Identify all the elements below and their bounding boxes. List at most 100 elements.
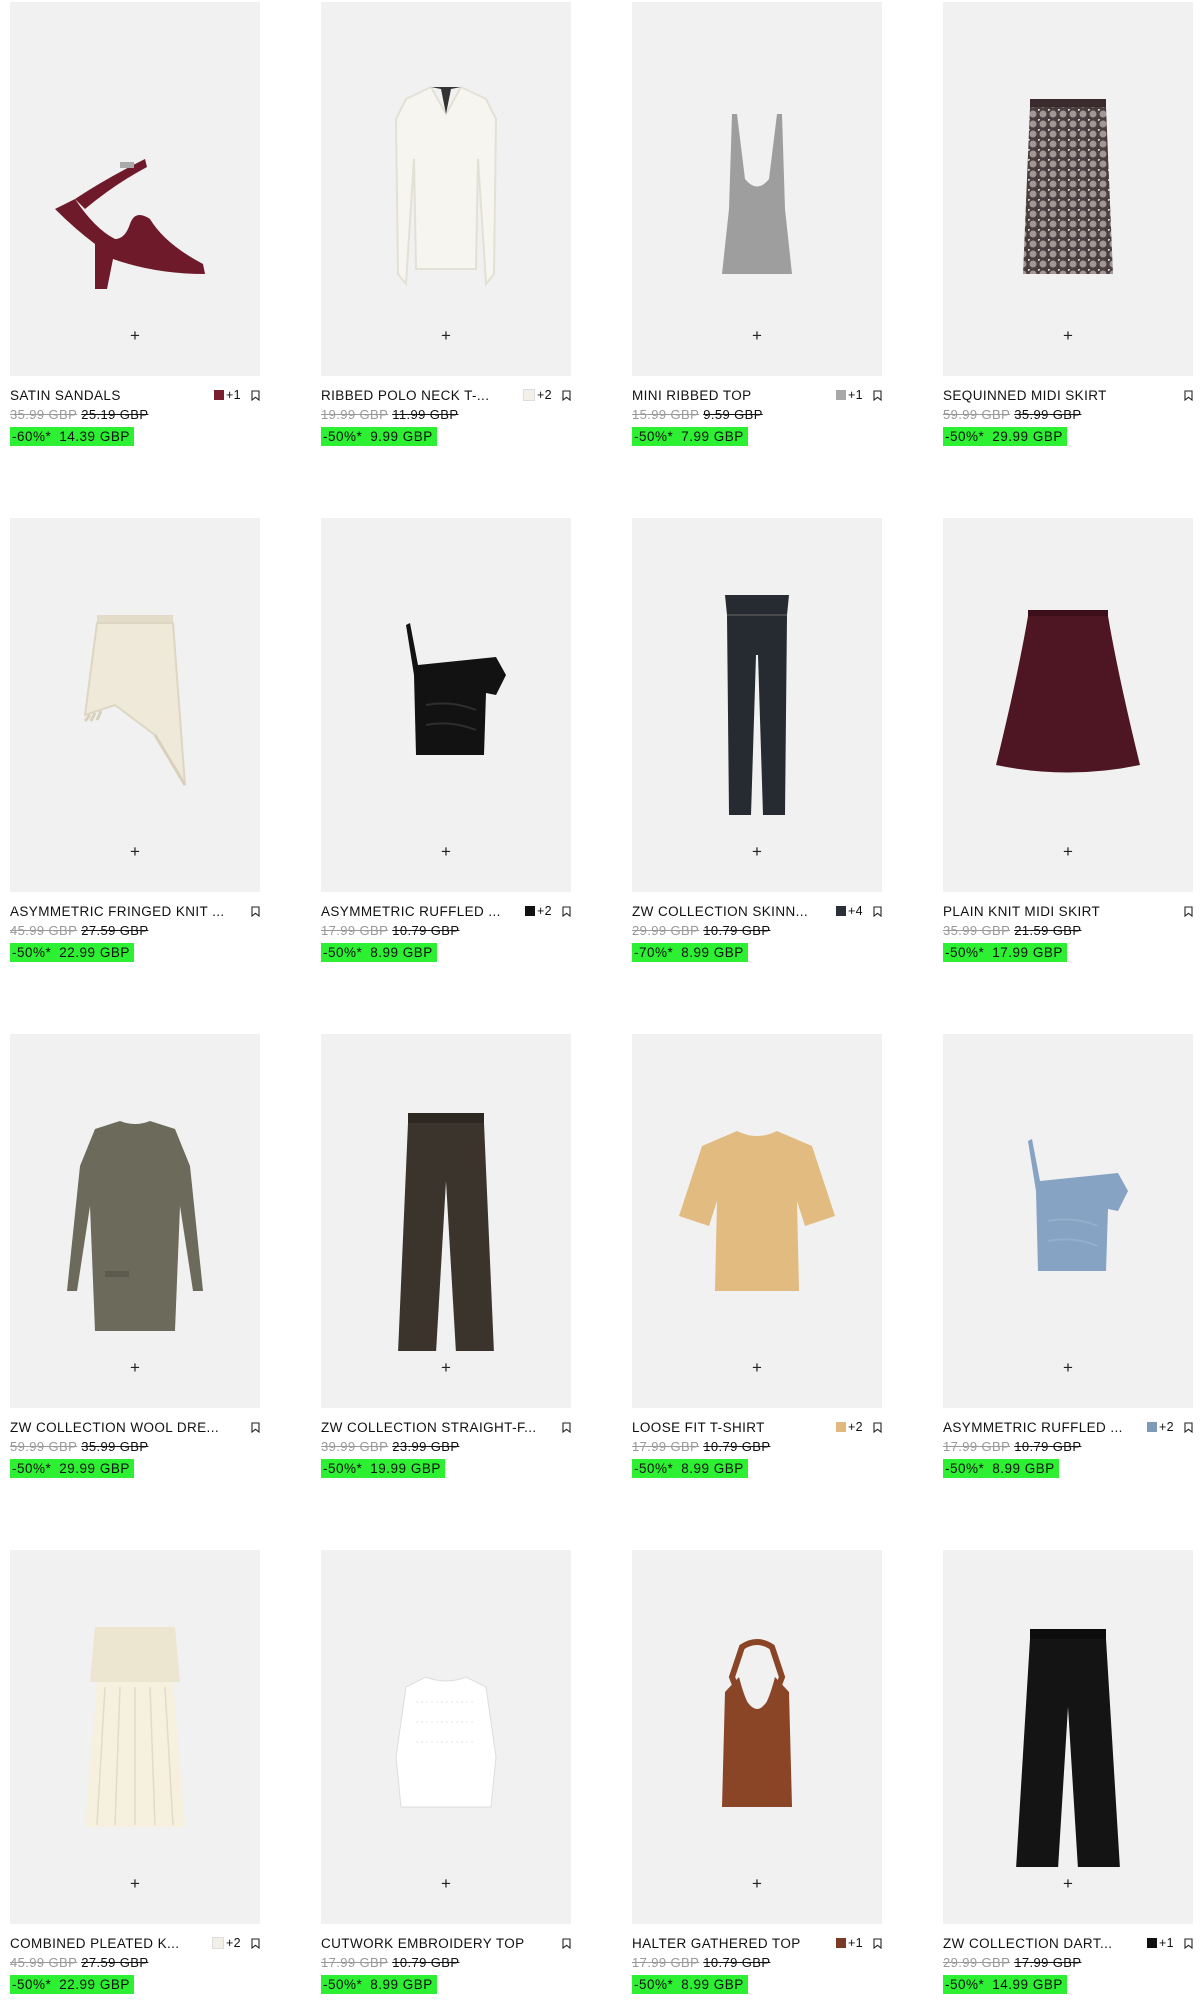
product-image[interactable]: +: [943, 1034, 1193, 1408]
product-name[interactable]: ASYMMETRIC FRINGED KNIT ...: [10, 904, 235, 919]
plus-icon[interactable]: +: [435, 1356, 457, 1378]
product-card[interactable]: + LOOSE FIT T-SHIRT +2 17.99 GBP 10.79 GB…: [632, 1034, 882, 1478]
original-price: 29.99 GBP: [632, 923, 700, 938]
color-options[interactable]: +2: [522, 388, 552, 402]
bookmark-icon[interactable]: [1174, 389, 1193, 401]
bookmark-icon[interactable]: [552, 905, 571, 917]
product-card[interactable]: + ZW COLLECTION WOOL DRE... 59.99 GBP 35.…: [10, 1034, 260, 1478]
product-name[interactable]: ZW COLLECTION STRAIGHT-F...: [321, 1420, 546, 1435]
product-card[interactable]: + ASYMMETRIC RUFFLED ... +2 17.99 GBP 10.…: [943, 1034, 1193, 1478]
bookmark-icon[interactable]: [552, 389, 571, 401]
plus-icon[interactable]: +: [746, 840, 768, 862]
product-name[interactable]: ASYMMETRIC RUFFLED ...: [943, 1420, 1141, 1435]
product-image[interactable]: +: [943, 518, 1193, 892]
plus-icon[interactable]: +: [435, 324, 457, 346]
plus-icon[interactable]: +: [124, 324, 146, 346]
color-options[interactable]: +1: [1146, 1936, 1174, 1950]
color-options[interactable]: +4: [835, 904, 863, 918]
product-name[interactable]: PLAIN KNIT MIDI SKIRT: [943, 904, 1168, 919]
color-options[interactable]: +1: [835, 1936, 863, 1950]
sale-price: 8.99 GBP: [681, 1977, 744, 1992]
color-options[interactable]: +2: [835, 1420, 863, 1434]
product-name[interactable]: SEQUINNED MIDI SKIRT: [943, 388, 1168, 403]
bookmark-icon[interactable]: [241, 1937, 260, 1949]
bookmark-icon[interactable]: [1174, 905, 1193, 917]
product-image[interactable]: +: [321, 518, 571, 892]
product-photo: [35, 1091, 235, 1351]
color-options[interactable]: +1: [835, 388, 863, 402]
product-name[interactable]: CUTWORK EMBROIDERY TOP: [321, 1936, 546, 1951]
product-info: ASYMMETRIC FRINGED KNIT ... 45.99 GBP 27.…: [10, 892, 260, 962]
product-image[interactable]: +: [10, 2, 260, 376]
product-image[interactable]: +: [10, 518, 260, 892]
product-card[interactable]: + PLAIN KNIT MIDI SKIRT 35.99 GBP 21.59 G…: [943, 518, 1193, 962]
product-image[interactable]: +: [321, 1034, 571, 1408]
product-card[interactable]: + ZW COLLECTION SKINN... +4 29.99 GBP 10.…: [632, 518, 882, 962]
product-grid: + SATIN SANDALS +1 35.99 GBP 25.19 GBP -6…: [0, 0, 1200, 1994]
product-image[interactable]: +: [632, 1034, 882, 1408]
color-options[interactable]: +2: [524, 904, 552, 918]
plus-icon[interactable]: +: [1057, 840, 1079, 862]
bookmark-icon[interactable]: [241, 905, 260, 917]
original-prices: 17.99 GBP 10.79 GBP: [632, 1955, 882, 1971]
product-image[interactable]: +: [10, 1034, 260, 1408]
product-name[interactable]: COMBINED PLEATED K...: [10, 1936, 206, 1951]
product-name[interactable]: LOOSE FIT T-SHIRT: [632, 1420, 830, 1435]
product-image[interactable]: +: [943, 1550, 1193, 1924]
plus-icon[interactable]: +: [1057, 1872, 1079, 1894]
plus-icon[interactable]: +: [1057, 1356, 1079, 1378]
product-card[interactable]: + SEQUINNED MIDI SKIRT 59.99 GBP 35.99 GB…: [943, 2, 1193, 446]
bookmark-icon[interactable]: [241, 389, 260, 401]
plus-icon[interactable]: +: [435, 840, 457, 862]
product-name[interactable]: HALTER GATHERED TOP: [632, 1936, 830, 1951]
plus-icon[interactable]: +: [124, 840, 146, 862]
product-image[interactable]: +: [632, 1550, 882, 1924]
plus-icon[interactable]: +: [746, 324, 768, 346]
bookmark-icon[interactable]: [863, 1937, 882, 1949]
plus-icon[interactable]: +: [746, 1872, 768, 1894]
bookmark-icon[interactable]: [552, 1937, 571, 1949]
product-name[interactable]: MINI RIBBED TOP: [632, 388, 830, 403]
product-name[interactable]: ASYMMETRIC RUFFLED ...: [321, 904, 519, 919]
product-name[interactable]: ZW COLLECTION DART...: [943, 1936, 1141, 1951]
bookmark-icon[interactable]: [1174, 1421, 1193, 1433]
bookmark-icon[interactable]: [863, 389, 882, 401]
product-image[interactable]: +: [943, 2, 1193, 376]
product-card[interactable]: + ZW COLLECTION DART... +1 29.99 GBP 17.9…: [943, 1550, 1193, 1994]
bookmark-icon[interactable]: [241, 1421, 260, 1433]
color-options[interactable]: +2: [211, 1936, 241, 1950]
product-card[interactable]: + MINI RIBBED TOP +1 15.99 GBP 9.59 GBP -…: [632, 2, 882, 446]
plus-icon[interactable]: +: [124, 1356, 146, 1378]
product-image[interactable]: +: [321, 1550, 571, 1924]
product-card[interactable]: + RIBBED POLO NECK T-... +2 19.99 GBP 11.…: [321, 2, 571, 446]
original-price: 45.99 GBP: [10, 1955, 78, 1970]
product-card[interactable]: + ASYMMETRIC RUFFLED ... +2 17.99 GBP 10.…: [321, 518, 571, 962]
product-image[interactable]: +: [632, 518, 882, 892]
product-image[interactable]: +: [321, 2, 571, 376]
previous-price: 35.99 GBP: [81, 1439, 149, 1454]
product-name[interactable]: ZW COLLECTION SKINN...: [632, 904, 830, 919]
product-name[interactable]: SATIN SANDALS: [10, 388, 208, 403]
bookmark-icon[interactable]: [552, 1421, 571, 1433]
product-card[interactable]: + HALTER GATHERED TOP +1 17.99 GBP 10.79 …: [632, 1550, 882, 1994]
product-image[interactable]: +: [10, 1550, 260, 1924]
product-image[interactable]: +: [632, 2, 882, 376]
bookmark-icon[interactable]: [1174, 1937, 1193, 1949]
plus-icon[interactable]: +: [435, 1872, 457, 1894]
bookmark-icon[interactable]: [863, 1421, 882, 1433]
color-options[interactable]: +2: [1146, 1420, 1174, 1434]
plus-icon[interactable]: +: [746, 1356, 768, 1378]
product-name[interactable]: ZW COLLECTION WOOL DRE...: [10, 1420, 235, 1435]
more-colors-count: +1: [225, 388, 241, 402]
original-prices: 59.99 GBP 35.99 GBP: [943, 407, 1193, 423]
product-card[interactable]: + ASYMMETRIC FRINGED KNIT ... 45.99 GBP 2…: [10, 518, 260, 962]
bookmark-icon[interactable]: [863, 905, 882, 917]
product-card[interactable]: + COMBINED PLEATED K... +2 45.99 GBP 27.5…: [10, 1550, 260, 1994]
product-card[interactable]: + CUTWORK EMBROIDERY TOP 17.99 GBP 10.79 …: [321, 1550, 571, 1994]
product-card[interactable]: + SATIN SANDALS +1 35.99 GBP 25.19 GBP -6…: [10, 2, 260, 446]
product-name[interactable]: RIBBED POLO NECK T-...: [321, 388, 517, 403]
plus-icon[interactable]: +: [124, 1872, 146, 1894]
plus-icon[interactable]: +: [1057, 324, 1079, 346]
product-card[interactable]: + ZW COLLECTION STRAIGHT-F... 39.99 GBP 2…: [321, 1034, 571, 1478]
color-options[interactable]: +1: [213, 388, 241, 402]
